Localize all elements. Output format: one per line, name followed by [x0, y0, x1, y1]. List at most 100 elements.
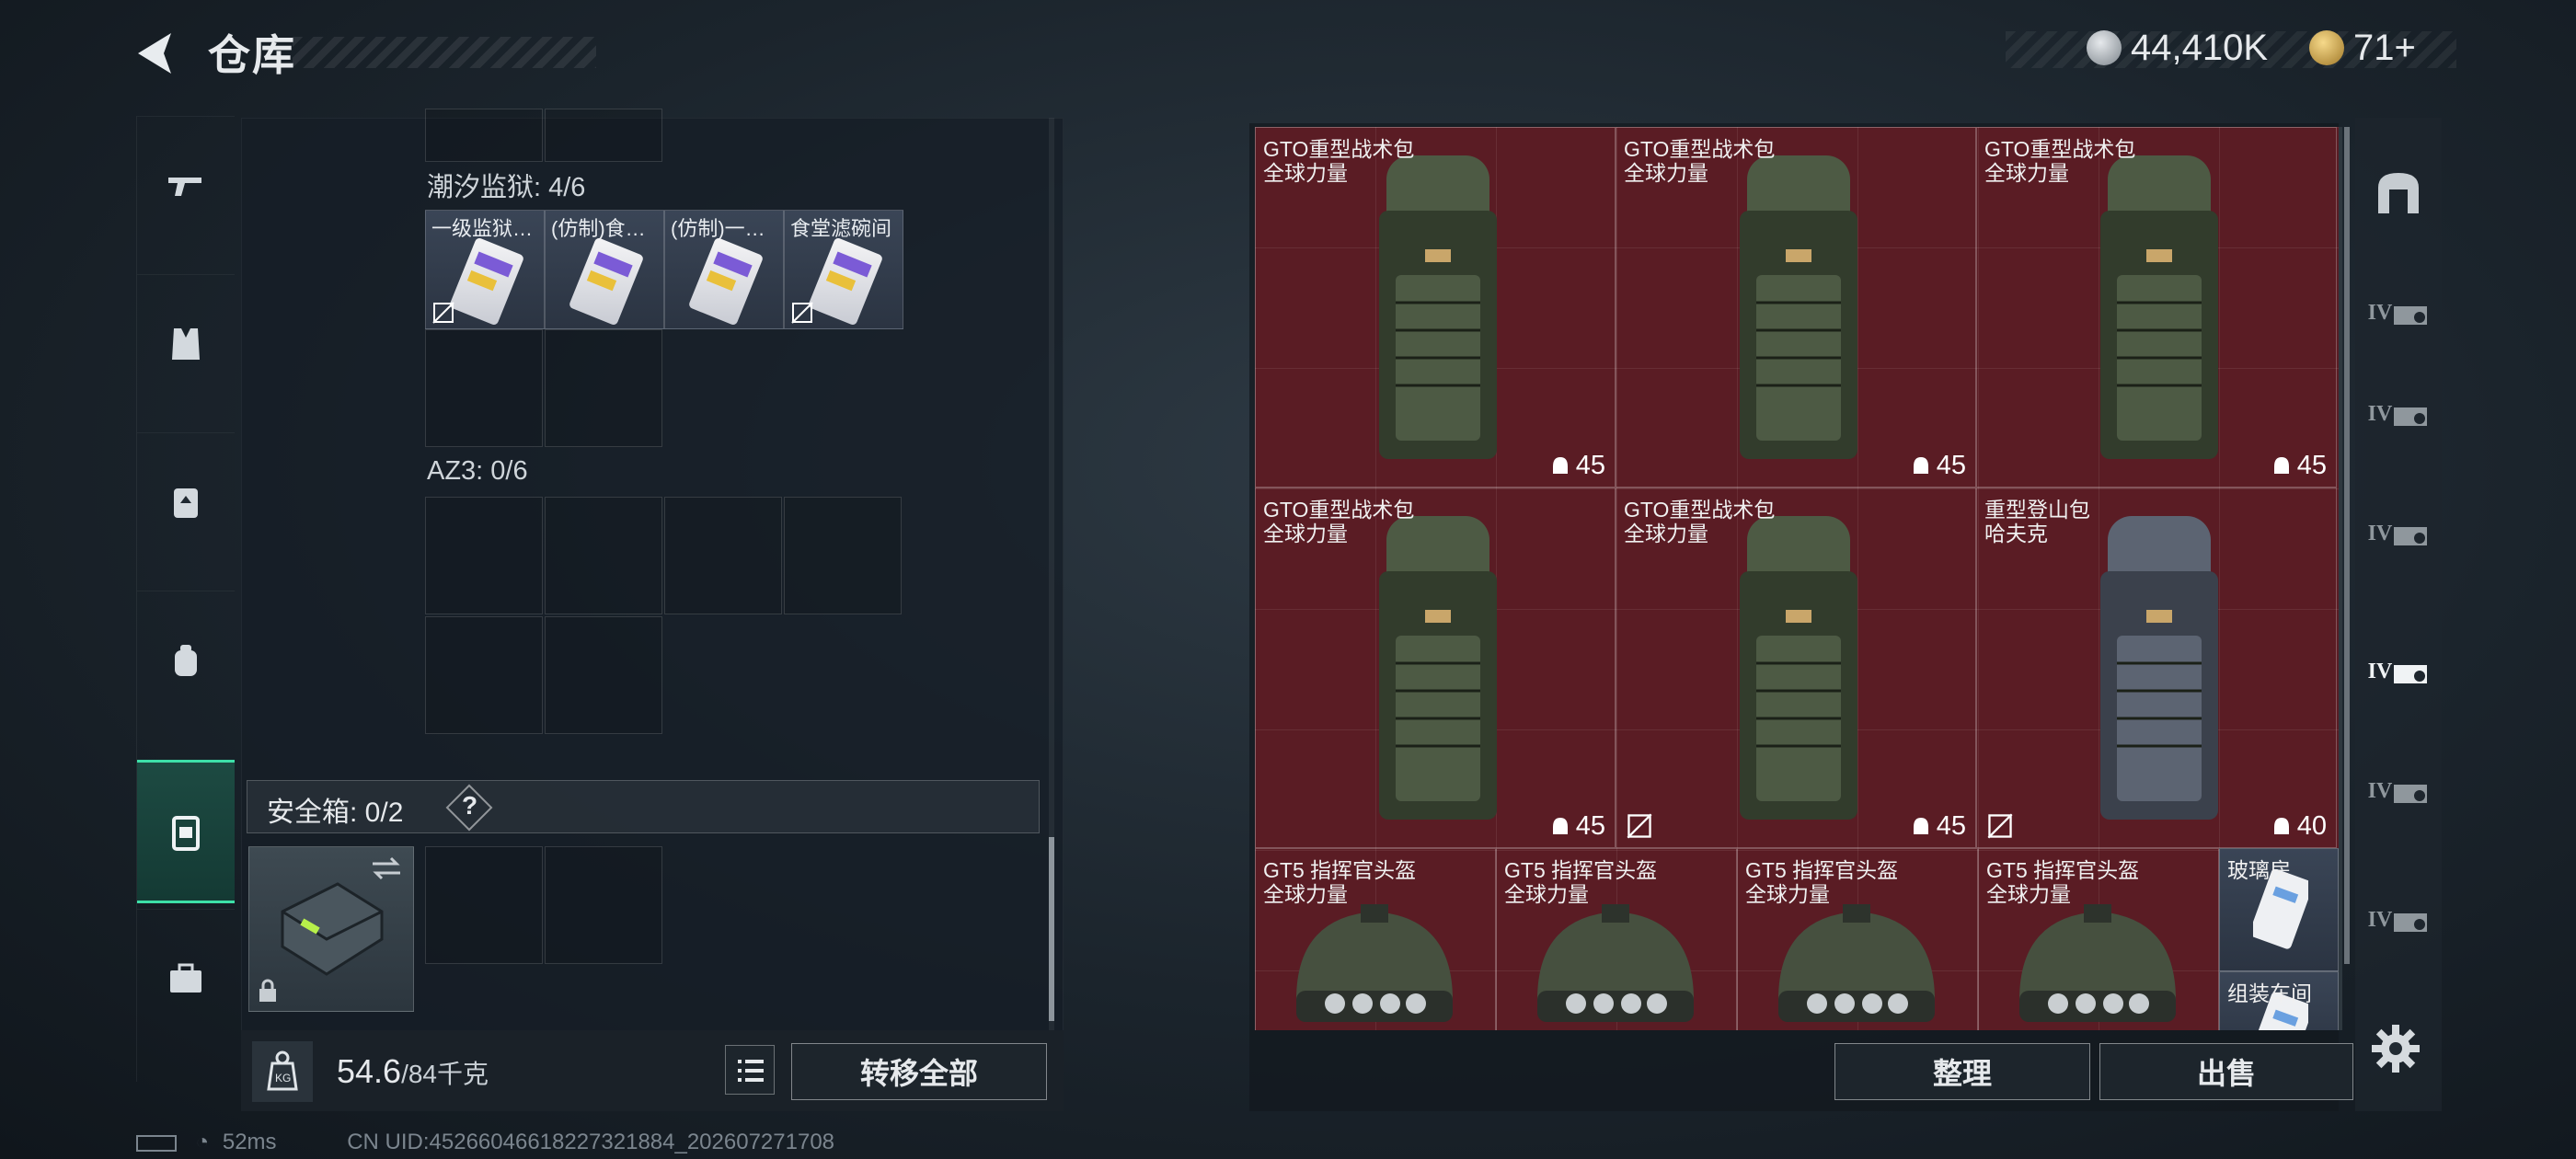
nav-backpack[interactable]	[137, 591, 235, 729]
tier-label: IV	[2367, 300, 2393, 325]
helmet-image	[1778, 904, 1935, 1022]
helmet-item[interactable]: GT5 指挥官头盔 全球力量	[1255, 848, 1496, 1030]
tab-tier-6[interactable]: IV	[2359, 883, 2438, 957]
item-name: 食堂滤碗间	[790, 217, 892, 240]
slot-cell[interactable]	[784, 497, 902, 614]
durability-icon	[1913, 817, 1928, 834]
back-button[interactable]	[131, 28, 182, 79]
item-brand: 哈夫克	[1984, 522, 2048, 545]
vest-icon	[172, 328, 200, 360]
key-card-item[interactable]: (仿制)一…	[664, 210, 784, 329]
backpack-image	[1740, 516, 1857, 820]
tier-box-icon	[2394, 407, 2428, 426]
safe-slot-cell[interactable]	[545, 846, 662, 964]
list-icon	[738, 1060, 764, 1082]
item-name: 组装车间	[2227, 981, 2312, 1005]
nav-chest-rig[interactable]	[137, 432, 235, 571]
slot-cell[interactable]	[545, 329, 662, 447]
page-title: 仓库	[208, 31, 296, 79]
key-card-item[interactable]: (仿制)食…	[545, 210, 664, 329]
slot-cell[interactable]	[545, 497, 662, 614]
backpack-item[interactable]: GTO重型战术包 全球力量 45	[1616, 127, 1976, 488]
key-card-item[interactable]: 食堂滤碗间	[784, 210, 903, 329]
tab-tier-4[interactable]: IV	[2359, 635, 2438, 708]
durability: 45	[1550, 811, 1605, 842]
backpack-image	[1740, 155, 1857, 459]
nav-secure-container[interactable]	[137, 760, 235, 903]
helmet-item[interactable]: GT5 指挥官头盔 全球力量	[1496, 848, 1737, 1030]
tab-all-storage[interactable]	[2359, 156, 2438, 230]
key-card-item[interactable]: 组装车间	[2219, 971, 2339, 1030]
container-icon	[172, 816, 200, 851]
helmet-item[interactable]: GT5 指挥官头盔 全球力量	[1737, 848, 1978, 1030]
settings-gear-icon[interactable]	[2366, 1019, 2425, 1078]
gun-icon	[168, 178, 201, 196]
backpack-icon	[175, 645, 197, 676]
swap-icon[interactable]	[369, 855, 404, 882]
durability: 45	[1550, 451, 1605, 481]
key-card-item[interactable]: 玻璃房	[2219, 848, 2339, 971]
backpack-item[interactable]: 重型登山包 哈夫克 40	[1976, 488, 2337, 848]
battery-icon	[136, 1134, 177, 1152]
lock-icon	[259, 979, 276, 1002]
slot-cell[interactable]	[425, 497, 543, 614]
slot-cell	[545, 109, 662, 162]
list-view-button[interactable]	[725, 1045, 775, 1095]
slot-cell[interactable]	[425, 329, 543, 447]
backpack-item[interactable]: GTO重型战术包 全球力量 45	[1255, 127, 1616, 488]
backpack-image	[1379, 516, 1497, 820]
nav-armor[interactable]	[137, 274, 235, 413]
slot-cell[interactable]	[664, 497, 782, 614]
uid-text: CN UID:4526604661822732188​4_20260727170…	[347, 1130, 835, 1154]
organize-button[interactable]: 整理	[1834, 1043, 2090, 1100]
no-sell-icon	[432, 302, 454, 324]
helmet-image	[1537, 904, 1694, 1022]
secure-container-item[interactable]	[248, 846, 414, 1012]
transfer-all-button[interactable]: 转移全部	[791, 1043, 1047, 1100]
backpack-item[interactable]: GTO重型战术包 全球力量 45	[1616, 488, 1976, 848]
safe-slot-cell[interactable]	[425, 846, 543, 964]
tab-tier-5[interactable]: IV	[2359, 754, 2438, 828]
tier-box-icon	[2394, 527, 2428, 545]
item-brand: 全球力量	[1984, 161, 2069, 185]
key-card-item[interactable]: 一级监狱…	[425, 210, 545, 329]
tier-label: IV	[2367, 778, 2393, 803]
no-sell-icon	[1627, 813, 1652, 839]
durability-icon	[1552, 456, 1568, 474]
backpack-item[interactable]: GTO重型战术包 全球力量 45	[1255, 488, 1616, 848]
durability: 45	[1911, 451, 1966, 481]
slot-cell[interactable]	[425, 616, 543, 734]
item-brand: 全球力量	[1263, 522, 1348, 545]
svg-text:KG: KG	[275, 1072, 291, 1084]
tier-box-icon	[2394, 913, 2428, 932]
helmet-image	[2019, 904, 2176, 1022]
backpack-item[interactable]: GTO重型战术包 全球力量 45	[1976, 127, 2337, 488]
weight-icon: KG	[252, 1041, 313, 1102]
item-brand: 全球力量	[1986, 882, 2071, 906]
slot-cell[interactable]	[545, 616, 662, 734]
tier-box-icon	[2394, 785, 2428, 803]
silver-coin-value: 44,410K	[2131, 27, 2269, 68]
nav-toolbox[interactable]	[137, 909, 235, 1048]
storage-icon	[2378, 173, 2419, 213]
durability-icon	[1913, 456, 1928, 474]
durability-icon	[2273, 456, 2289, 474]
warehouse-scrollbar[interactable]	[2344, 127, 2350, 964]
helmet-item[interactable]: GT5 指挥官头盔 全球力量	[1978, 848, 2219, 1030]
item-brand: 全球力量	[1624, 522, 1708, 545]
left-scrollbar-thumb[interactable]	[1049, 837, 1054, 1021]
tab-tier-2[interactable]: IV	[2359, 377, 2438, 451]
section-label-tidal-prison: 潮汐监狱: 4/6	[427, 173, 586, 202]
gold-coin-icon	[2309, 30, 2344, 65]
durability-icon	[1552, 817, 1568, 834]
tab-tier-3[interactable]: IV	[2359, 497, 2438, 570]
durability-icon	[2273, 817, 2289, 834]
item-brand: 全球力量	[1263, 161, 1348, 185]
safe-box-label: 安全箱: 0/2	[267, 798, 404, 828]
silver-coin-icon	[2087, 30, 2122, 65]
nav-weapons[interactable]	[137, 116, 235, 255]
tab-tier-1[interactable]: IV	[2359, 276, 2438, 350]
backpack-image	[1379, 155, 1497, 459]
tier-label: IV	[2367, 401, 2393, 426]
sell-button[interactable]: 出售	[2099, 1043, 2353, 1100]
